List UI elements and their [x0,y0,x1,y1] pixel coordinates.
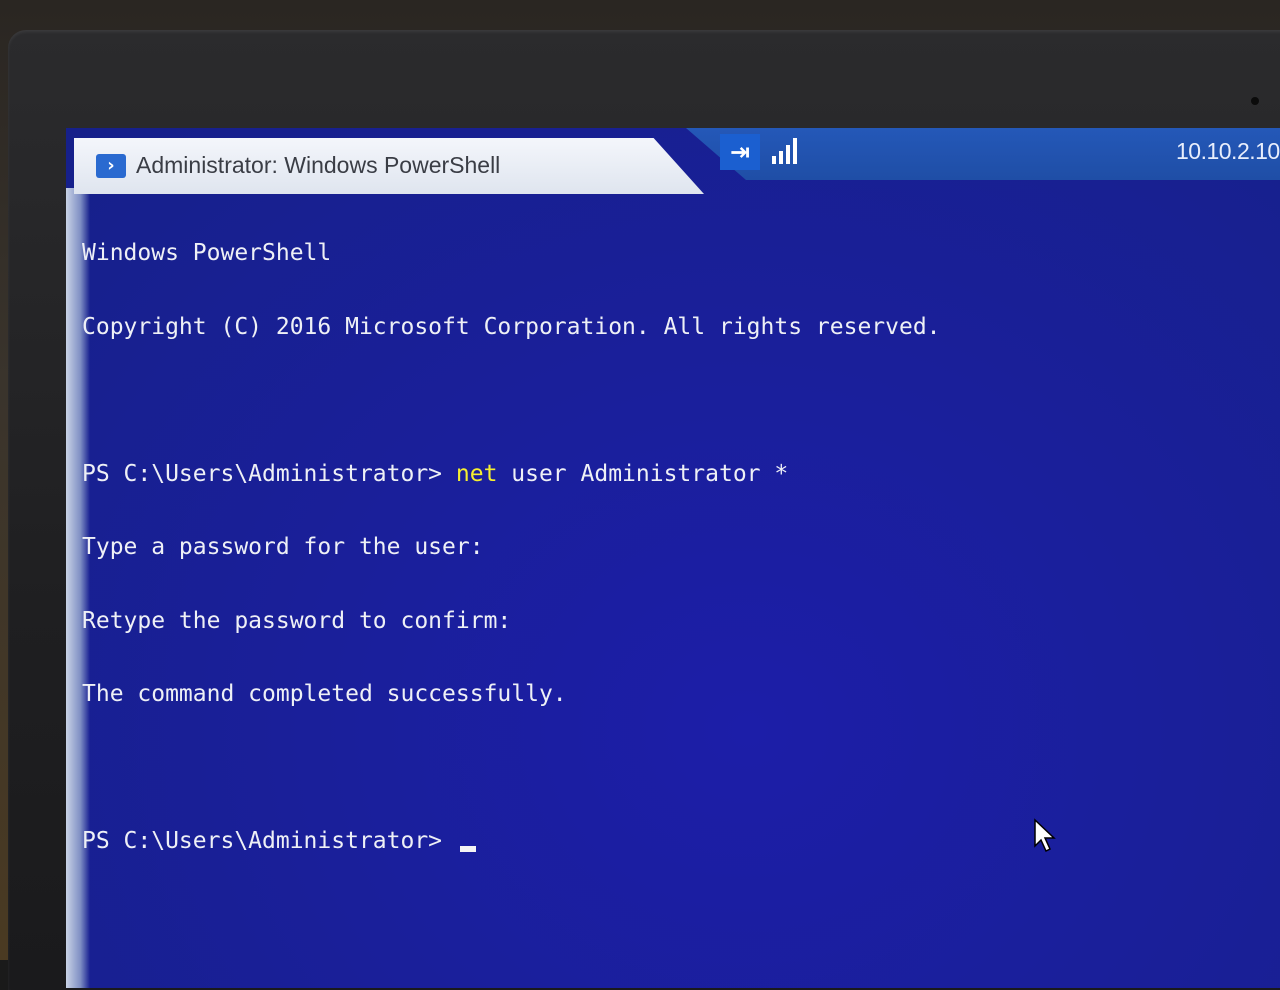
current-prompt-line[interactable]: PS C:\Users\Administrator> [82,829,1280,854]
remote-desktop-screen: › Administrator: Windows PowerShell ⇥ 10… [66,128,1280,988]
webcam-dot [1251,97,1259,105]
output-line: Type a password for the user: [82,534,484,560]
banner-line: Windows PowerShell [82,240,332,266]
signal-strength-icon[interactable] [770,136,800,166]
rdp-host-address: 10.10.2.10 [1176,138,1280,164]
output-line: The command completed successfully. [82,681,567,707]
prompt-text: PS C:\Users\Administrator> [82,460,456,487]
banner-line: Copyright (C) 2016 Microsoft Corporation… [82,313,941,340]
powershell-titlebar[interactable]: › Administrator: Windows PowerShell [74,138,704,194]
console-output[interactable]: Windows PowerShell Copyright (C) 2016 Mi… [82,192,1280,903]
command-line: PS C:\Users\Administrator> net user Admi… [82,460,1280,487]
command-keyword: net [455,460,498,487]
output-line: Retype the password to confirm: [82,607,512,634]
mouse-pointer-icon [1034,818,1056,853]
powershell-icon: › [96,154,126,178]
command-args: user Administrator * [497,460,789,487]
window-title: Administrator: Windows PowerShell [136,152,501,178]
text-cursor [459,846,476,852]
pin-icon[interactable]: ⇥ [720,134,760,170]
prompt-text: PS C:\Users\Administrator> [82,828,456,854]
